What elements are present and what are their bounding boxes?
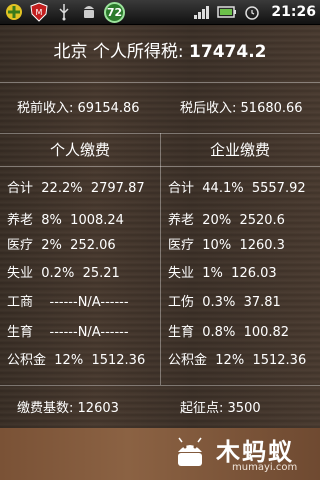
tax-threshold: 起征点: 3500 bbox=[180, 397, 261, 416]
post-tax-income: 税后收入: 51680.66 bbox=[180, 97, 303, 116]
table-row: 合计 44.1% 5557.92 bbox=[168, 181, 306, 196]
table-row: 医疗 2% 252.06 bbox=[7, 238, 116, 253]
clock-time: 21:26 bbox=[271, 4, 316, 20]
tax-value: 17474.2 bbox=[189, 42, 267, 62]
city-label: 北京 bbox=[53, 42, 88, 62]
table-row: 工伤 0.3% 37.81 bbox=[168, 295, 281, 310]
table-row: 公积金 12% 1512.36 bbox=[168, 353, 307, 368]
svg-text:M: M bbox=[36, 8, 43, 17]
base-label: 缴费基数: bbox=[17, 401, 74, 416]
threshold-label: 起征点: bbox=[180, 401, 224, 416]
personal-column-title: 个人缴费 bbox=[49, 141, 110, 159]
table-row: 医疗 10% 1260.3 bbox=[168, 238, 285, 253]
watermark-url: mumayi.com bbox=[232, 462, 298, 473]
table-row: 合计 22.2% 2797.87 bbox=[7, 181, 145, 196]
android-logo-icon bbox=[172, 436, 208, 470]
status-bar: M 72 21:26 bbox=[0, 0, 320, 25]
threshold-value: 3500 bbox=[227, 401, 261, 416]
usb-icon bbox=[54, 2, 74, 22]
divider bbox=[0, 385, 320, 386]
main-panel: 北京 个人所得税: 17474.2 税前收入: 69154.86 税后收入: 5… bbox=[0, 25, 320, 428]
pre-tax-income: 税前收入: 69154.86 bbox=[17, 97, 140, 116]
post-tax-value: 51680.66 bbox=[240, 101, 303, 116]
pre-tax-label: 税前收入: bbox=[17, 101, 74, 116]
page-title: 北京 个人所得税: 17474.2 bbox=[0, 37, 320, 62]
table-row: 养老 20% 2520.6 bbox=[168, 213, 285, 228]
bottom-strip: 木蚂蚁 mumayi.com bbox=[0, 428, 320, 480]
base-value: 12603 bbox=[77, 401, 119, 416]
table-row: 生育 0.8% 100.82 bbox=[168, 325, 290, 340]
battery-icon bbox=[217, 2, 237, 22]
table-row: 失业 0.2% 25.21 bbox=[7, 266, 120, 281]
table-row: 养老 8% 1008.24 bbox=[7, 213, 124, 228]
divider bbox=[0, 82, 320, 83]
post-tax-label: 税后收入: bbox=[180, 101, 237, 116]
contribution-base: 缴费基数: 12603 bbox=[17, 397, 119, 416]
badge-72-icon: 72 bbox=[104, 1, 125, 23]
table-row: 工商 ------N/A------ bbox=[7, 295, 129, 310]
signal-bars-icon bbox=[192, 2, 212, 22]
table-row: 失业 1% 126.03 bbox=[168, 266, 277, 281]
column-divider bbox=[160, 133, 161, 385]
alarm-icon bbox=[242, 2, 262, 22]
pre-tax-value: 69154.86 bbox=[77, 101, 140, 116]
tax-label: 个人所得税: bbox=[92, 42, 184, 62]
plus-icon bbox=[4, 2, 24, 22]
company-column-title: 企业缴费 bbox=[209, 141, 270, 159]
mcafee-shield-icon: M bbox=[29, 2, 49, 22]
table-row: 公积金 12% 1512.36 bbox=[7, 353, 146, 368]
table-row: 生育 ------N/A------ bbox=[7, 325, 129, 340]
android-icon bbox=[79, 2, 99, 22]
